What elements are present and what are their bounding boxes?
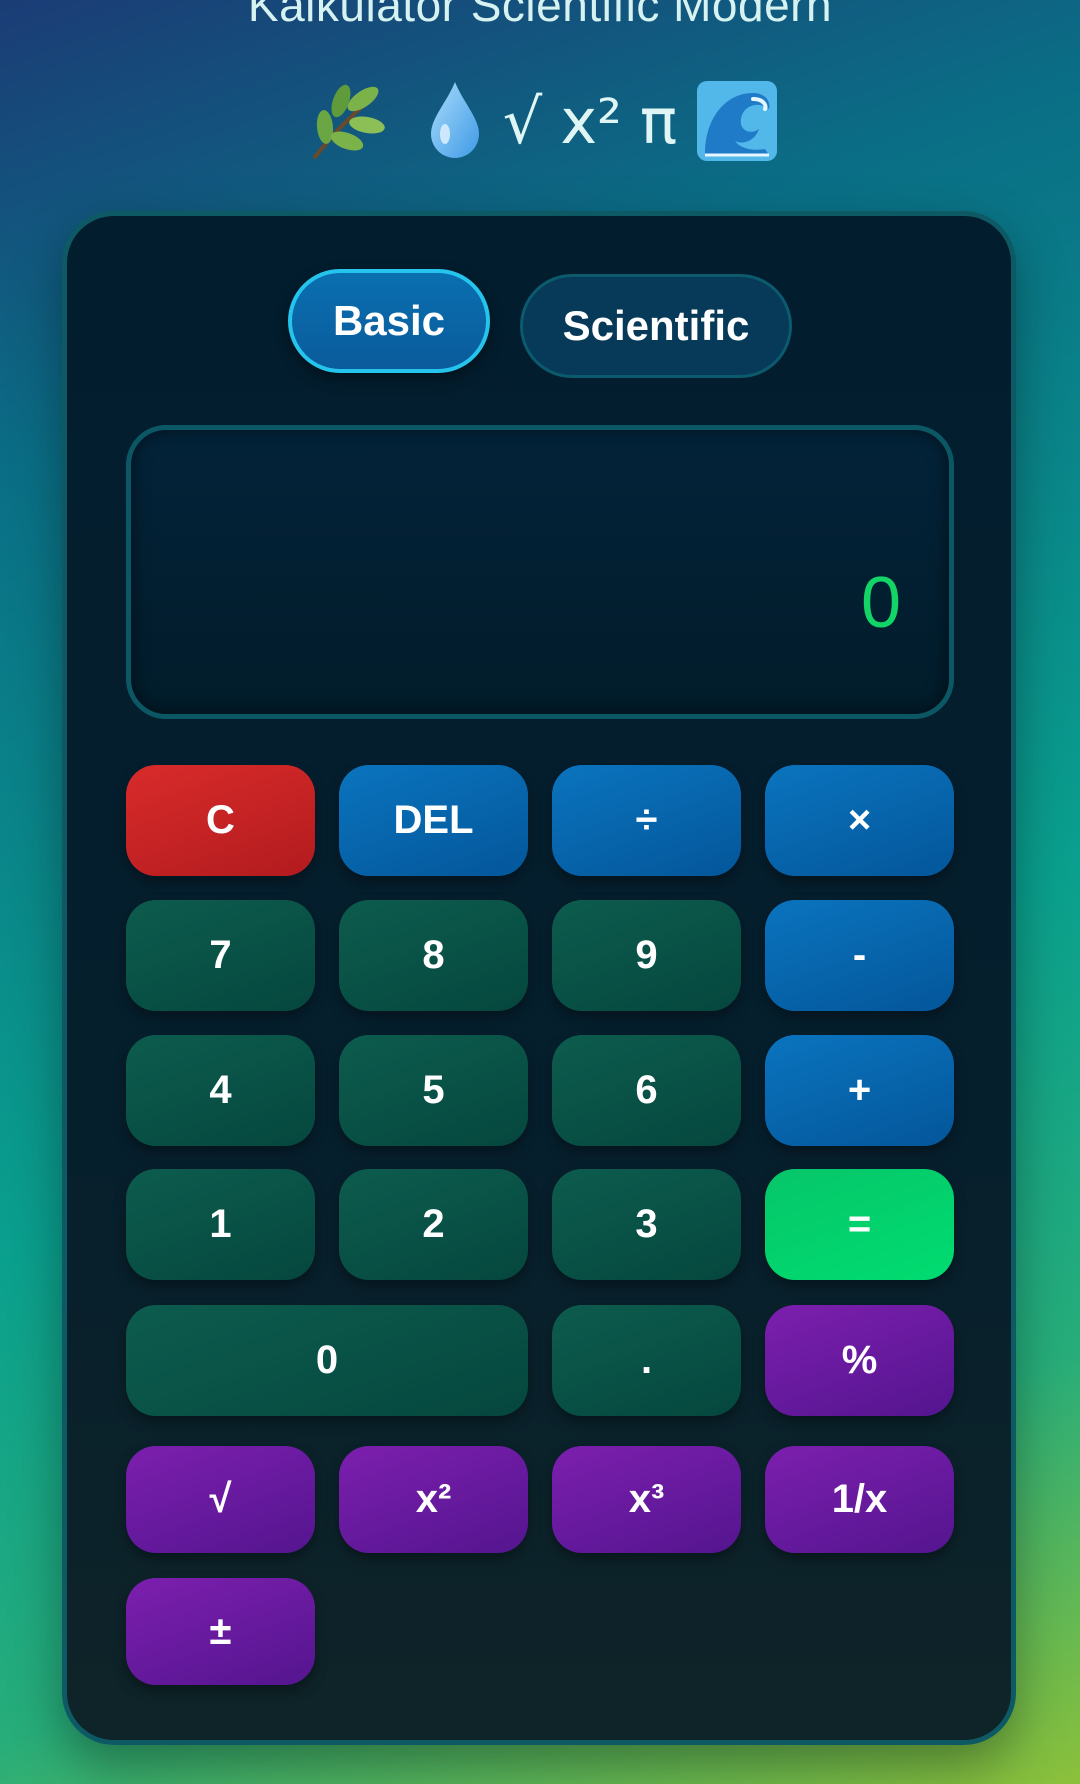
digit-4-button[interactable]: 4 [126,1035,315,1146]
reciprocal-button[interactable]: 1/x [765,1446,954,1553]
digit-9-button[interactable]: 9 [552,900,741,1011]
digit-6-button[interactable]: 6 [552,1035,741,1146]
header-icon-row: √ x² π [0,78,1080,164]
percent-button[interactable]: % [765,1305,954,1416]
digit-8-button[interactable]: 8 [339,900,528,1011]
decimal-button[interactable]: . [552,1305,741,1416]
digit-7-button[interactable]: 7 [126,900,315,1011]
digit-2-button[interactable]: 2 [339,1169,528,1280]
multiply-button[interactable]: × [765,765,954,876]
digit-1-button[interactable]: 1 [126,1169,315,1280]
square-root-button[interactable]: √ [126,1446,315,1553]
negate-button[interactable]: ± [126,1578,315,1685]
calculator-display: 0 [126,425,954,719]
tab-basic[interactable]: Basic [288,269,490,373]
sqrt-symbol: √ [502,84,543,158]
digit-3-button[interactable]: 3 [552,1169,741,1280]
droplet-emoji-icon [425,78,485,164]
wave-emoji-icon [695,79,779,163]
minus-button[interactable]: - [765,900,954,1011]
digit-0-button[interactable]: 0 [126,1305,528,1416]
delete-button[interactable]: DEL [339,765,528,876]
equals-button[interactable]: = [765,1169,954,1280]
tab-scientific[interactable]: Scientific [520,274,792,378]
leaf-emoji-icon [301,81,387,161]
display-value: 0 [860,563,901,643]
clear-button[interactable]: C [126,765,315,876]
divide-button[interactable]: ÷ [552,765,741,876]
cube-button[interactable]: x³ [552,1446,741,1553]
digit-5-button[interactable]: 5 [339,1035,528,1146]
x-squared-symbol: x² [560,84,622,158]
pi-symbol: π [639,84,678,158]
plus-button[interactable]: + [765,1035,954,1146]
app-title: Kalkulator Scientific Modern [247,0,833,31]
square-button[interactable]: x² [339,1446,528,1553]
